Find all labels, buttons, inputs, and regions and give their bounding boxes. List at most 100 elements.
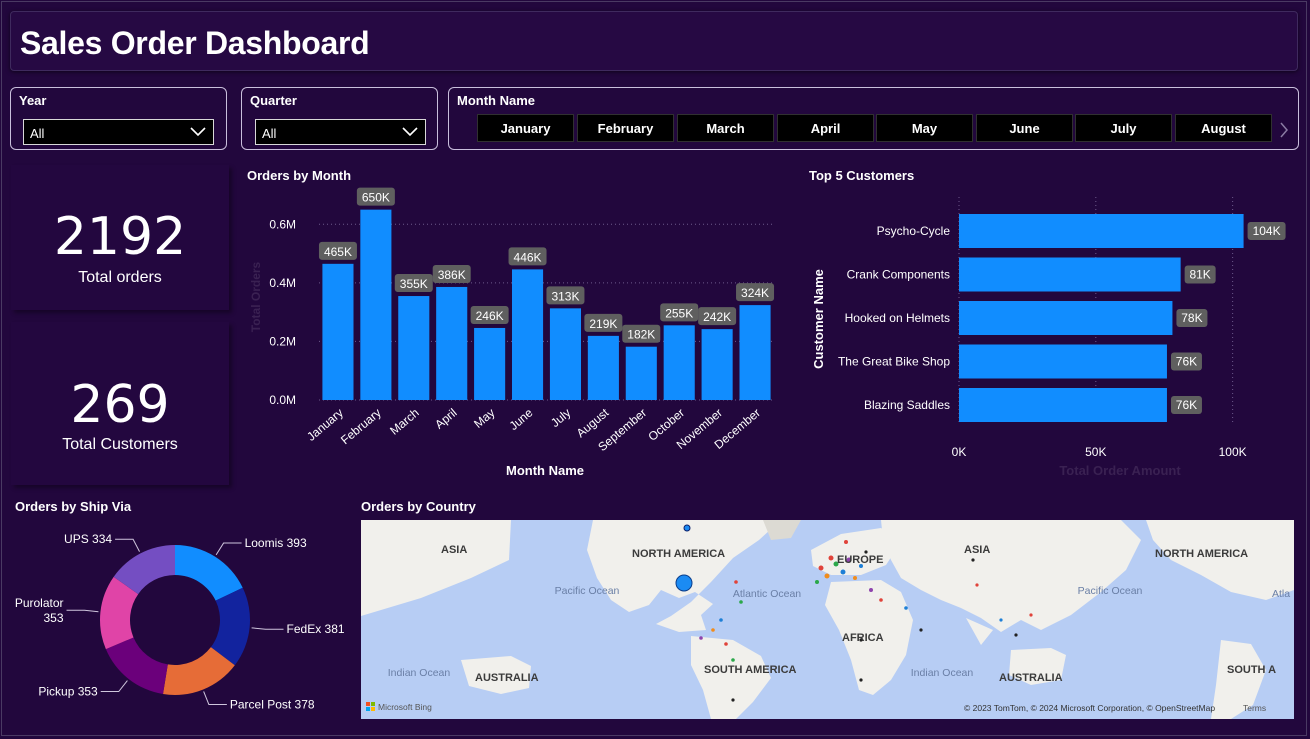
total-customers-card: 269 Total Customers <box>11 322 229 485</box>
map-copyright: © 2023 TomTom, © 2024 Microsoft Corporat… <box>964 703 1215 713</box>
month-button-may[interactable]: May <box>876 114 973 142</box>
month-button-august[interactable]: August <box>1175 114 1272 142</box>
x-tick-label: June <box>507 405 536 433</box>
data-label: 104K <box>1253 224 1281 238</box>
bar[interactable] <box>739 305 771 400</box>
bar[interactable] <box>959 388 1167 422</box>
top-customers-chart: 0K 50K 100K Total Order Amount Customer Name… <box>811 197 1286 478</box>
ship-via-donut-chart: Loomis 393 FedEx 381 Parcel Post 378 Pickup… <box>15 532 345 711</box>
leader-line <box>251 627 284 630</box>
month-button-july[interactable]: July <box>1075 114 1172 142</box>
total-customers-value: 269 <box>70 375 170 435</box>
map-label: Pacific Ocean <box>1078 585 1143 597</box>
data-label: 446K <box>514 250 542 264</box>
data-label: 219K <box>589 317 617 331</box>
bar[interactable] <box>959 214 1244 248</box>
orders-by-country-map[interactable]: ASIA NORTH AMERICA EUROPE ASIA NORTH AME… <box>361 520 1294 719</box>
month-button-april[interactable]: April <box>777 114 874 142</box>
slice-label: Pickup 353 <box>38 685 98 699</box>
total-orders-caption: Total orders <box>78 269 162 286</box>
y-tick-label: Psycho-Cycle <box>877 224 951 238</box>
map-label: SOUTH A <box>1227 664 1276 676</box>
top-customers-title: Top 5 Customers <box>809 168 915 183</box>
slice-label: FedEx 381 <box>287 622 345 636</box>
bar[interactable] <box>549 308 582 400</box>
month-slicer-label: Month Name <box>457 93 535 108</box>
orders-by-month-chart: 0.0M0.2M0.4M0.6MTotal Orders465KJanuary6… <box>249 187 775 478</box>
month-button-february[interactable]: February <box>577 114 674 142</box>
x-tick-label: 50K <box>1085 445 1106 459</box>
total-orders-value: 2192 <box>53 207 187 267</box>
bar[interactable] <box>587 335 619 400</box>
bar[interactable] <box>436 286 468 400</box>
map-label: ASIA <box>441 544 467 556</box>
month-button-june[interactable]: June <box>976 114 1073 142</box>
x-tick-label: February <box>338 406 384 448</box>
x-tick-label: May <box>471 406 497 431</box>
x-tick-label: July <box>548 406 573 430</box>
x-axis-title: Month Name <box>506 463 584 478</box>
bar[interactable] <box>701 329 733 400</box>
bar[interactable] <box>511 269 544 400</box>
data-label: 182K <box>627 328 655 342</box>
map-terms-link[interactable]: Terms <box>1243 703 1266 713</box>
map-label: Indian Ocean <box>388 667 451 679</box>
quarter-slicer-label: Quarter <box>250 93 297 108</box>
month-button-march[interactable]: March <box>677 114 774 142</box>
y-tick-label: Crank Components <box>847 268 950 282</box>
map-label: AUSTRALIA <box>999 672 1063 684</box>
quarter-dropdown-value: All <box>262 126 277 141</box>
bar[interactable] <box>474 327 506 400</box>
bar[interactable] <box>398 296 430 400</box>
map-label: AUSTRALIA <box>475 672 539 684</box>
chevron-right-icon[interactable] <box>1278 120 1290 140</box>
slice-label: Parcel Post 378 <box>230 697 315 711</box>
bar[interactable] <box>959 344 1167 379</box>
data-label: 650K <box>362 191 390 205</box>
y-tick-label: Blazing Saddles <box>864 398 950 412</box>
title-bar: Sales Order Dashboard <box>10 11 1298 71</box>
data-label: 76K <box>1176 398 1197 412</box>
bing-label: Microsoft Bing <box>378 702 432 712</box>
bar[interactable] <box>360 209 392 400</box>
year-dropdown[interactable]: All <box>23 119 214 145</box>
leader-line <box>203 691 227 705</box>
bar[interactable] <box>663 325 695 400</box>
y-tick-label: 0.2M <box>269 334 296 348</box>
map-label: SOUTH AMERICA <box>704 664 797 676</box>
data-label: 81K <box>1189 268 1210 282</box>
chevron-down-icon <box>402 127 418 137</box>
bar[interactable] <box>959 301 1173 335</box>
bar[interactable] <box>959 257 1181 292</box>
world-map: ASIA NORTH AMERICA EUROPE ASIA NORTH AME… <box>361 520 1294 719</box>
map-label: Atla <box>1272 588 1290 600</box>
slice-label: Purolator 353 <box>15 596 64 625</box>
donut-slice[interactable] <box>175 545 243 601</box>
leader-line <box>115 538 140 552</box>
y-tick-label: Hooked on Helmets <box>845 311 950 325</box>
year-dropdown-value: All <box>30 126 45 141</box>
page-title: Sales Order Dashboard <box>20 25 370 61</box>
x-axis-title: Total Order Amount <box>1059 463 1181 478</box>
bar[interactable] <box>322 263 354 400</box>
quarter-dropdown[interactable]: All <box>255 119 426 145</box>
data-label: 465K <box>324 245 352 259</box>
month-button-january[interactable]: January <box>477 114 574 142</box>
x-tick-label: 0K <box>952 445 967 459</box>
leader-line <box>66 609 99 613</box>
bar[interactable] <box>625 346 657 400</box>
data-label: 324K <box>741 286 769 300</box>
x-tick-label: March <box>387 406 422 438</box>
quarter-slicer: Quarter All <box>241 87 438 150</box>
map-label: Indian Ocean <box>911 667 974 679</box>
y-tick-label: 0.0M <box>269 393 296 407</box>
data-label: 355K <box>400 277 428 291</box>
year-slicer: Year All <box>10 87 227 150</box>
orders-by-month-title: Orders by Month <box>247 168 352 183</box>
orders-by-country-title: Orders by Country <box>361 499 476 514</box>
data-label: 76K <box>1176 355 1197 369</box>
y-tick-label: 0.6M <box>269 217 296 231</box>
data-label: 78K <box>1181 311 1202 325</box>
donut-slice[interactable] <box>105 637 168 695</box>
y-axis-title: Total Orders <box>249 261 263 332</box>
